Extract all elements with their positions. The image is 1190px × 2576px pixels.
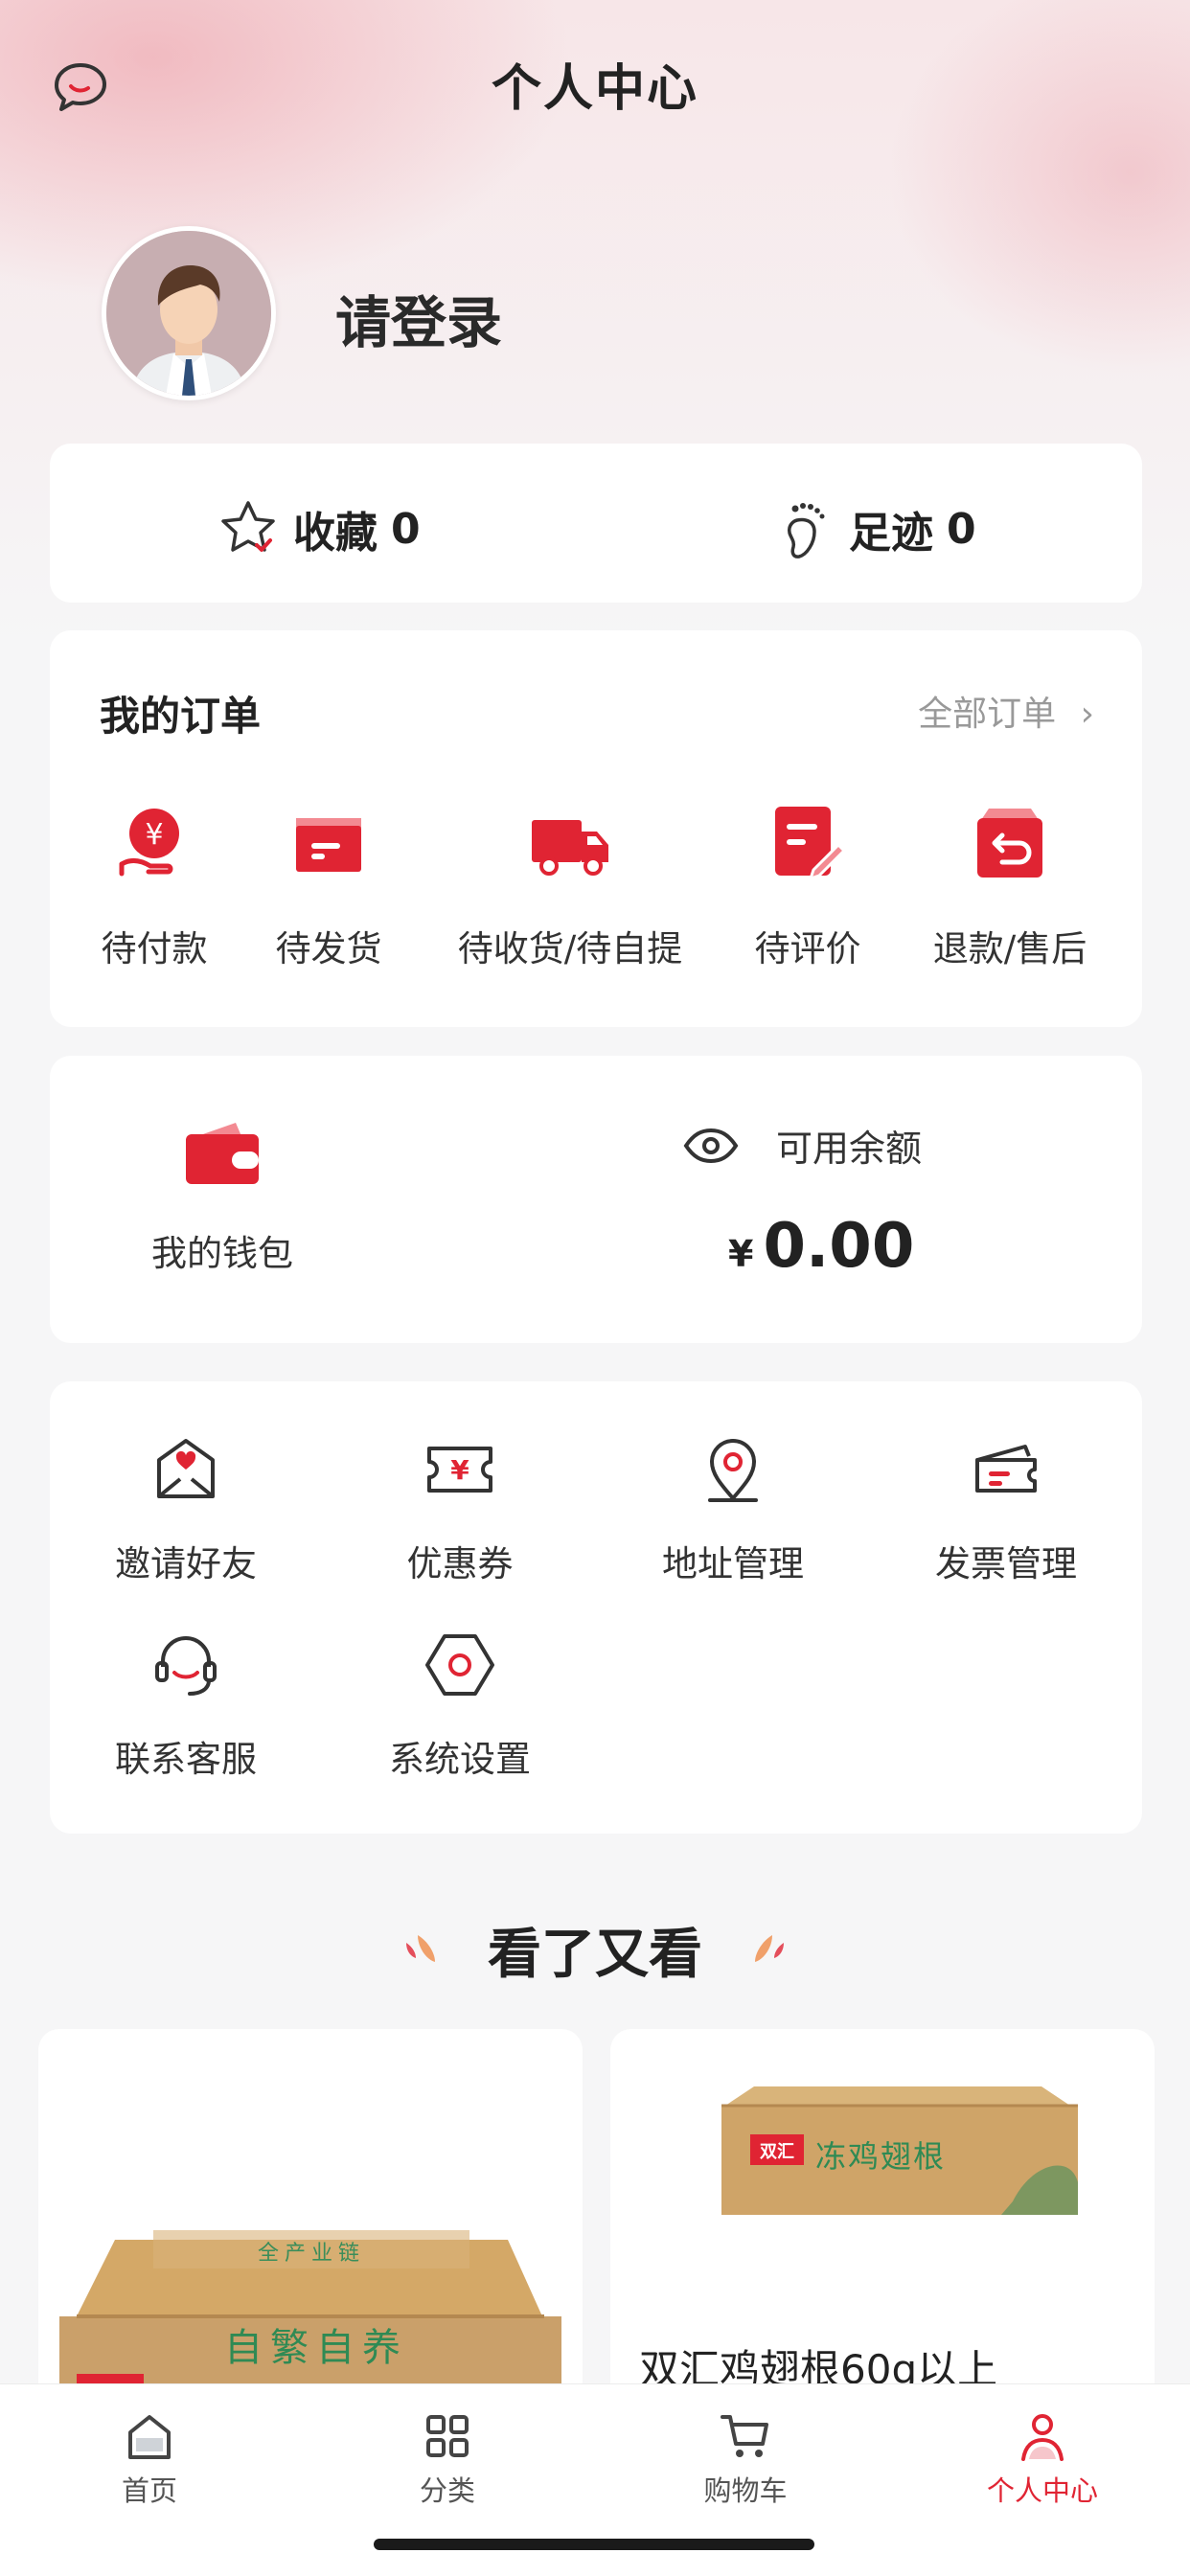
home-icon [128,2415,171,2459]
tool-invite-friends[interactable]: 邀请好友 [71,1431,301,1586]
tab-home[interactable]: 首页 [34,2409,264,2509]
truck-icon [532,820,608,876]
tool-label: 发票管理 [935,1543,1077,1584]
eye-icon[interactable] [682,1127,740,1165]
favorites-label: 收藏 [293,509,378,558]
settings-hex-icon [425,1634,494,1696]
box-text: 冻鸡翅根 [815,2138,947,2175]
tab-profile[interactable]: 个人中心 [927,2409,1157,2509]
wallet-card: 我的钱包 可用余额 ¥ 0.00 [50,1056,1142,1343]
tool-invoice[interactable]: 发票管理 [891,1431,1121,1586]
login-prompt[interactable]: 请登录 [335,278,502,358]
svg-text:¥: ¥ [145,818,163,852]
star-icon [221,501,275,552]
footprint-count: 0 [947,504,976,554]
order-label: 待评价 [754,928,861,969]
tool-label: 系统设置 [389,1739,531,1780]
recommend-title: 看了又看 [488,1924,702,1986]
headset-icon [155,1636,217,1696]
order-pending-review[interactable]: 待评价 [753,801,862,971]
wallet-label: 我的钱包 [151,1233,293,1274]
tool-address[interactable]: 地址管理 [618,1431,848,1586]
ship-box-icon [296,818,361,872]
all-orders-label: 全部订单 [918,695,1057,734]
orders-card: 我的订单 全部订单 › ¥ 待付款 待发货 待收货/待自提 待评价 退款/售后 [50,630,1142,1027]
wallet-entry[interactable]: 我的钱包 [126,1113,318,1276]
order-refund[interactable]: 退款/售后 [926,801,1094,971]
order-label: 待发货 [275,928,382,969]
tool-coupons[interactable]: ¥ 优惠券 [345,1431,575,1586]
person-icon [1021,2414,1064,2461]
order-pending-receipt[interactable]: 待收货/待自提 [450,801,690,971]
favorites-count: 0 [391,504,421,554]
tool-label: 优惠券 [406,1543,514,1584]
tab-label: 首页 [121,2474,177,2507]
all-orders-link[interactable]: 全部订单 › [918,686,1094,736]
refund-icon [977,809,1042,878]
chevron-right-icon: › [1080,695,1094,734]
coupon-icon: ¥ [427,1447,492,1493]
balance-label-row[interactable]: 可用余额 [682,1119,922,1172]
order-label: 待收货/待自提 [457,928,683,969]
review-icon [775,807,847,881]
tab-label: 购物车 [703,2474,788,2507]
footprint-icon [787,503,825,559]
order-label: 退款/售后 [932,928,1087,969]
category-grid-icon [426,2415,469,2457]
invoice-icon [975,1445,1037,1493]
orders-title: 我的订单 [100,693,262,740]
currency-symbol: ¥ [728,1233,754,1275]
favorites-stat[interactable]: 收藏 0 [217,497,421,560]
footprint-label: 足迹 [849,509,933,558]
balance-amount: ¥ 0.00 [728,1211,914,1282]
box-top-text: 全产业链 [257,2242,365,2266]
order-pending-shipment[interactable]: 待发货 [274,801,383,971]
svg-text:¥: ¥ [450,1454,469,1486]
box-text: 自繁自养 [224,2326,408,2370]
tool-label: 邀请好友 [115,1543,257,1584]
tab-label: 个人中心 [986,2474,1098,2507]
tool-label: 地址管理 [662,1543,804,1584]
invite-mail-icon [157,1439,215,1498]
wallet-icon [186,1123,259,1184]
tab-category[interactable]: 分类 [332,2409,562,2509]
pay-icon: ¥ [119,809,179,877]
tool-customer-service[interactable]: 联系客服 [71,1627,301,1782]
tool-label: 联系客服 [115,1739,257,1780]
page-title: 个人中心 [491,60,698,118]
home-indicator [374,2539,814,2550]
tool-settings[interactable]: 系统设置 [345,1627,575,1782]
sparkle-right-icon [742,1926,790,1977]
balance-label: 可用余额 [776,1128,923,1170]
brand-label: 双汇 [760,2142,794,2162]
tools-card: 邀请好友 ¥ 优惠券 地址管理 发票管理 联系客服 系统设置 [50,1381,1142,1834]
stats-card: 收藏 0 足迹 0 [50,444,1142,603]
tab-cart[interactable]: 购物车 [630,2409,860,2509]
order-label: 待付款 [101,928,208,969]
order-pending-payment[interactable]: ¥ 待付款 [100,801,209,971]
footprint-stat[interactable]: 足迹 0 [772,497,976,560]
tab-label: 分类 [419,2474,475,2507]
balance-value: 0.00 [763,1211,915,1282]
location-pin-icon [708,1439,758,1502]
cart-icon [721,2415,768,2457]
avatar[interactable] [102,226,276,400]
